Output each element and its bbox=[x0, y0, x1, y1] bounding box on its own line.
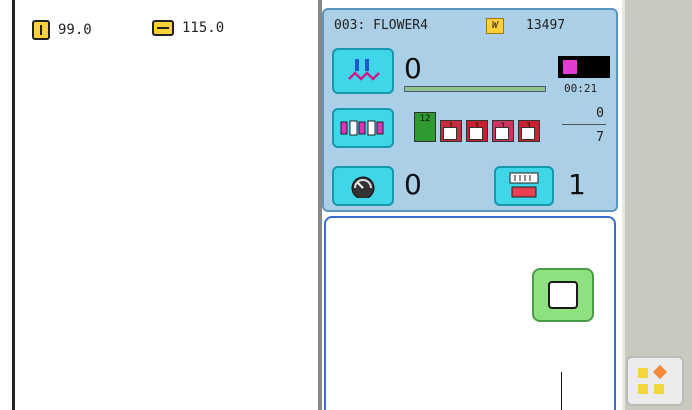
layout-icon bbox=[638, 368, 648, 378]
current-stitch-value: 0 bbox=[404, 52, 422, 85]
vertical-size-icon bbox=[32, 20, 50, 40]
position-marker bbox=[561, 372, 562, 410]
speed-button[interactable] bbox=[332, 166, 394, 206]
needle-stitch-icon bbox=[348, 59, 380, 81]
jump-value: 1 bbox=[568, 168, 586, 201]
fraction-line bbox=[562, 124, 606, 125]
height-value: 99.0 bbox=[58, 22, 92, 38]
design-preview-area bbox=[0, 0, 318, 410]
spool-item: 1 bbox=[518, 120, 540, 142]
right-side-strip bbox=[622, 0, 692, 410]
color-change-button[interactable] bbox=[332, 108, 394, 148]
spool-item: 12 bbox=[414, 112, 436, 142]
frame-trace-icon bbox=[548, 281, 578, 309]
current-needle-count: 0 bbox=[596, 106, 604, 121]
spool-item: 1 bbox=[440, 120, 462, 142]
stitch-progress-bar bbox=[404, 86, 546, 92]
spool-item: 1 bbox=[492, 120, 514, 142]
height-readout: 99.0 bbox=[32, 20, 92, 40]
jump-button[interactable] bbox=[494, 166, 554, 206]
thread-spools-icon bbox=[340, 120, 384, 136]
width-readout: 115.0 bbox=[152, 20, 224, 36]
layout-menu-button[interactable] bbox=[626, 356, 684, 406]
stitch-count-value: 13497 bbox=[526, 18, 566, 33]
horizontal-size-icon bbox=[152, 20, 174, 36]
stitch-forward-back-button[interactable] bbox=[332, 48, 394, 94]
spool-item: 1 bbox=[466, 120, 488, 142]
trace-frame-button[interactable] bbox=[532, 268, 594, 322]
preview-frame-edge bbox=[12, 0, 15, 410]
jump-icon bbox=[509, 172, 539, 198]
pattern-label: 003: FLOWER4 bbox=[334, 18, 428, 33]
speed-value: 0 bbox=[404, 168, 422, 201]
color-spools-list: 12 1 1 1 1 bbox=[414, 112, 540, 142]
total-needle-count: 7 bbox=[596, 130, 604, 145]
width-value: 115.0 bbox=[182, 20, 225, 36]
remaining-time: 00:21 bbox=[564, 82, 598, 95]
speedometer-icon bbox=[351, 176, 375, 198]
machine-mode-indicator bbox=[558, 56, 610, 78]
stitch-count-icon: W bbox=[486, 18, 504, 34]
